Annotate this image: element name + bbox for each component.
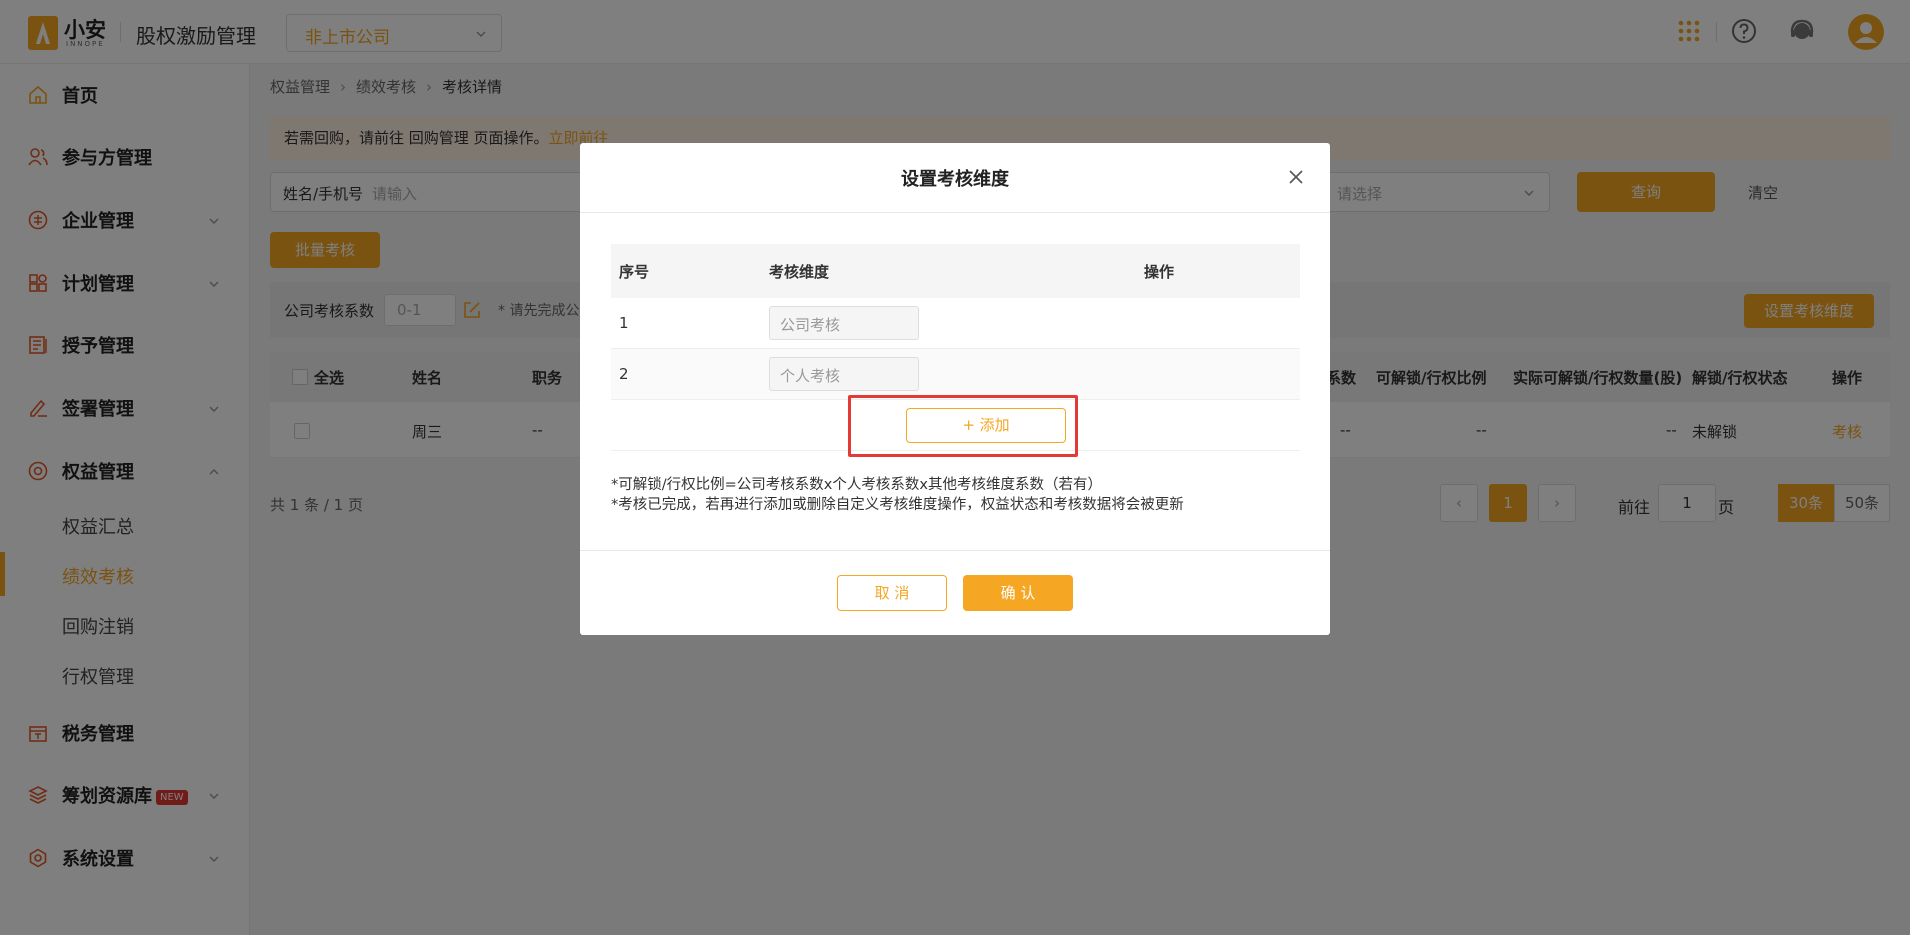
close-icon[interactable]	[1288, 169, 1304, 185]
dialog-title: 设置考核维度	[901, 169, 1009, 190]
highlight-box	[848, 395, 1078, 457]
dimension-input[interactable]: 公司考核	[769, 306, 919, 340]
dimension-input[interactable]: 个人考核	[769, 357, 919, 391]
column-header: 操作	[1144, 263, 1175, 281]
row-number: 2	[619, 365, 629, 383]
formula-note: *可解锁/行权比例=公司考核系数x个人考核系数x其他考核维度系数（若有）	[611, 477, 1102, 493]
row-number: 1	[619, 314, 629, 332]
column-header: 考核维度	[769, 263, 830, 281]
dimension-table-header: 序号 考核维度 操作	[611, 244, 1300, 298]
divider	[580, 212, 1330, 213]
column-header: 序号	[619, 263, 650, 281]
confirm-button[interactable]: 确 认	[963, 575, 1073, 611]
update-warning-note: *考核已完成，若再进行添加或删除自定义考核维度操作，权益状态和考核数据将会被更新	[611, 497, 1184, 513]
divider	[580, 550, 1330, 551]
set-dimension-dialog: 设置考核维度 序号 考核维度 操作 1 公司考核 2 个人考核 + 添加 *可解…	[580, 143, 1330, 635]
dimension-row: 2 个人考核	[611, 349, 1300, 400]
cancel-button[interactable]: 取 消	[837, 575, 947, 611]
dimension-row: 1 公司考核	[611, 298, 1300, 349]
